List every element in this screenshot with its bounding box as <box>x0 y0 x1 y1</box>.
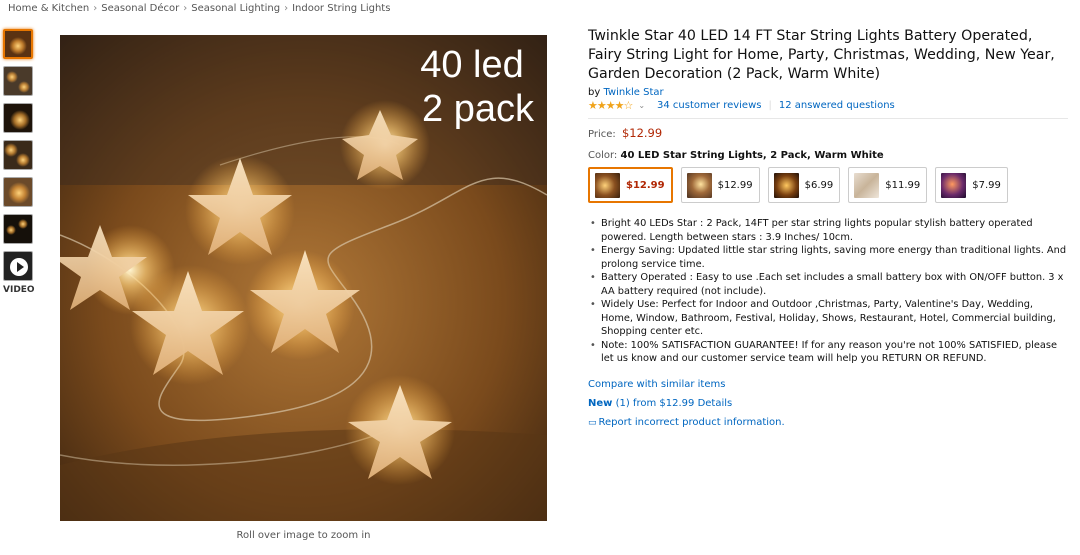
ratings-row: ★★★★☆ ⌄ 34 customer reviews | 12 answere… <box>588 99 1068 112</box>
by-label: by <box>588 87 601 98</box>
swatch-price: $6.99 <box>804 179 834 191</box>
details-link[interactable]: Details <box>698 398 733 409</box>
compare-link[interactable]: Compare with similar items <box>588 379 725 390</box>
separator: | <box>768 100 772 111</box>
divider <box>588 118 1068 119</box>
swatch-image <box>854 172 880 198</box>
color-label: Color: <box>588 150 618 161</box>
thumbnail-1[interactable] <box>3 29 33 59</box>
breadcrumb-seasonal-lighting[interactable]: Seasonal Lighting <box>191 3 280 14</box>
feature-bullet: Note: 100% SATISFACTION GUARANTEE! If fo… <box>588 339 1068 366</box>
breadcrumb-home-kitchen[interactable]: Home & Kitchen <box>8 3 89 14</box>
swatch-image <box>941 172 967 198</box>
breadcrumb-separator: › <box>183 3 188 14</box>
breadcrumb-separator: › <box>93 3 98 14</box>
price-row: Price: $12.99 <box>588 126 1068 140</box>
swatch-price: $11.99 <box>885 179 921 191</box>
feature-bullet: Energy Saving: Updated little star strin… <box>588 244 1068 271</box>
extra-links: Compare with similar items New (1) from … <box>588 379 1068 428</box>
new-offers-row: New (1) from $12.99 Details <box>588 398 1068 409</box>
reviews-link[interactable]: 34 customer reviews <box>657 100 761 111</box>
image-overlay-line1: 40 led <box>420 44 524 86</box>
byline: by Twinkle Star <box>588 87 1068 98</box>
swatch-option-3[interactable]: $6.99 <box>767 167 841 203</box>
feature-bullets: Bright 40 LEDs Star : 2 Pack, 14FT per s… <box>588 217 1068 366</box>
new-offers-text: (1) from $12.99 <box>615 397 695 409</box>
product-title: Twinkle Star 40 LED 14 FT Star String Li… <box>588 28 1055 82</box>
color-row: Color: 40 LED Star String Lights, 2 Pack… <box>588 150 1068 161</box>
swatch-option-1[interactable]: $12.99 <box>588 167 673 203</box>
thumbnail-3[interactable] <box>3 103 33 133</box>
swatch-price: $7.99 <box>972 179 1001 191</box>
swatch-image <box>773 172 799 198</box>
price-value: $12.99 <box>621 126 663 140</box>
swatch-option-4[interactable]: $11.99 <box>848 167 928 203</box>
questions-link[interactable]: 12 answered questions <box>779 100 895 111</box>
color-value: 40 LED Star String Lights, 2 Pack, Warm … <box>620 150 884 161</box>
product-detail-panel: Twinkle Star 40 LED 14 FT Star String Li… <box>588 27 1068 436</box>
report-link[interactable]: Report incorrect product information. <box>599 417 785 428</box>
breadcrumb-seasonal-decor[interactable]: Seasonal Décor <box>101 3 179 14</box>
speech-bubble-icon: ▭ <box>588 417 597 428</box>
feature-bullet: Bright 40 LEDs Star : 2 Pack, 14FT per s… <box>588 217 1068 244</box>
swatch-option-5[interactable]: $7.99 <box>935 167 1008 203</box>
feature-bullet: Widely Use: Perfect for Indoor and Outdo… <box>588 298 1068 339</box>
swatch-price: $12.99 <box>717 179 753 191</box>
thumbnail-5[interactable] <box>3 177 33 207</box>
breadcrumb-separator: › <box>284 3 289 14</box>
swatch-image <box>595 172 620 198</box>
star-rating-icon[interactable]: ★★★★☆ <box>588 99 633 112</box>
image-overlay-line2: 2 pack <box>422 88 535 130</box>
new-offers-link[interactable]: New (1) from $12.99 <box>588 398 694 409</box>
swatch-image <box>686 172 712 198</box>
video-thumbnail[interactable] <box>3 251 33 281</box>
brand-link[interactable]: Twinkle Star <box>603 87 663 98</box>
breadcrumb: Home & Kitchen › Seasonal Décor › Seasonal L… <box>8 3 390 14</box>
zoom-caption: Roll over image to zoom in <box>236 530 371 541</box>
thumbnail-6[interactable] <box>3 214 33 244</box>
main-product-image[interactable]: 40 led 2 pack <box>60 35 547 521</box>
feature-bullet: Battery Operated : Easy to use .Each set… <box>588 271 1068 298</box>
color-swatches: $12.99 $12.99 $6.99 $11.99 $7.99 <box>588 167 1068 203</box>
thumbnail-2[interactable] <box>3 66 33 96</box>
video-label: VIDEO <box>3 285 35 295</box>
thumbnail-strip: VIDEO <box>3 29 37 295</box>
swatch-option-2[interactable]: $12.99 <box>680 167 760 203</box>
price-label: Price: <box>588 129 616 140</box>
new-label: New <box>588 397 613 409</box>
breadcrumb-indoor-string-lights[interactable]: Indoor String Lights <box>292 3 390 14</box>
play-icon <box>10 258 28 276</box>
chevron-down-icon[interactable]: ⌄ <box>638 101 645 110</box>
thumbnail-4[interactable] <box>3 140 33 170</box>
swatch-price: $12.99 <box>626 179 665 191</box>
